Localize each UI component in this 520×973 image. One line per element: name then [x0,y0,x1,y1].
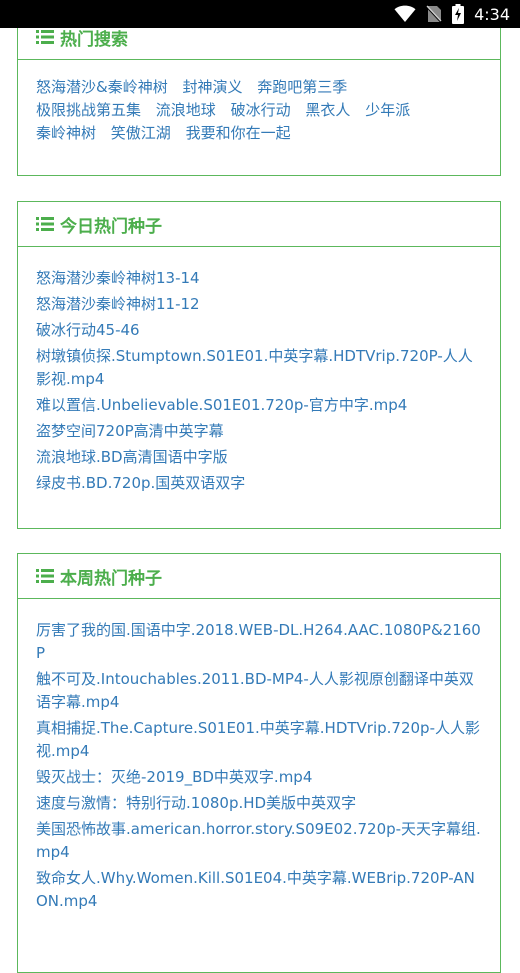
tag-link[interactable]: 奔跑吧第三季 [257,78,347,96]
tag-link[interactable]: 少年派 [365,101,410,119]
today-hot-panel: 今日热门种子 怒海潜沙秦岭神树13-14 怒海潜沙秦岭神树11-12 破冰行动4… [17,201,501,529]
tag-link[interactable]: 秦岭神树 [36,124,96,142]
week-hot-title: 本周热门种子 [60,568,162,589]
hot-search-panel: 热门搜索 怒海潜沙&秦岭神树 封神演义 奔跑吧第三季 极限挑战第五集 流浪地球 … [17,14,501,176]
torrent-link[interactable]: 厉害了我的国.国语中字.2018.WEB-DL.H264.AAC.1080P&2… [36,619,486,665]
tag-link[interactable]: 我要和你在一起 [186,124,291,142]
status-icons: 4:34 [394,0,510,28]
tag-link[interactable]: 流浪地球 [156,101,216,119]
list-icon [36,217,54,231]
week-hot-list: 厉害了我的国.国语中字.2018.WEB-DL.H264.AAC.1080P&2… [18,599,500,934]
torrent-link[interactable]: 怒海潜沙秦岭神树13-14 [36,267,486,290]
torrent-link[interactable]: 美国恐怖故事.american.horror.story.S09E02.720p… [36,818,486,864]
tag-link[interactable]: 黑衣人 [305,101,350,119]
status-bar: 4:34 [0,0,520,28]
battery-charging-icon [452,4,465,24]
tag-link[interactable]: 怒海潜沙&秦岭神树 [36,78,168,96]
torrent-link[interactable]: 怒海潜沙秦岭神树11-12 [36,293,486,316]
today-hot-title: 今日热门种子 [60,216,162,237]
torrent-link[interactable]: 流浪地球.BD高清国语中字版 [36,446,486,469]
today-hot-list: 怒海潜沙秦岭神树13-14 怒海潜沙秦岭神树11-12 破冰行动45-46 树墩… [18,247,500,516]
tag-link[interactable]: 封神演义 [182,78,242,96]
torrent-link[interactable]: 盗梦空间720P高清中英字幕 [36,420,486,443]
torrent-link[interactable]: 触不可及.Intouchables.2011.BD-MP4-人人影视原创翻译中英… [36,668,486,714]
tag-link[interactable]: 破冰行动 [231,101,291,119]
week-hot-header: 本周热门种子 [18,554,500,599]
week-hot-panel: 本周热门种子 厉害了我的国.国语中字.2018.WEB-DL.H264.AAC.… [17,553,501,973]
hot-search-tags: 怒海潜沙&秦岭神树 封神演义 奔跑吧第三季 极限挑战第五集 流浪地球 破冰行动 … [18,60,500,163]
tag-link[interactable]: 极限挑战第五集 [36,101,141,119]
no-sim-icon [426,5,442,23]
today-hot-header: 今日热门种子 [18,202,500,247]
list-icon [36,30,54,44]
status-time: 4:34 [474,4,510,24]
torrent-link[interactable]: 致命女人.Why.Women.Kill.S01E04.中英字幕.WEBrip.7… [36,867,486,913]
torrent-link[interactable]: 速度与激情：特别行动.1080p.HD美版中英双字 [36,792,486,815]
list-icon [36,569,54,583]
hot-search-title: 热门搜索 [60,29,128,50]
torrent-link[interactable]: 难以置信.Unbelievable.S01E01.720p-官方中字.mp4 [36,394,486,417]
torrent-link[interactable]: 树墩镇侦探.Stumptown.S01E01.中英字幕.HDTVrip.720P… [36,345,486,391]
wifi-icon [394,5,416,22]
torrent-link[interactable]: 破冰行动45-46 [36,319,486,342]
torrent-link[interactable]: 真相捕捉.The.Capture.S01E01.中英字幕.HDTVrip.720… [36,717,486,763]
torrent-link[interactable]: 毁灭战士：灭绝-2019_BD中英双字.mp4 [36,766,486,789]
tag-link[interactable]: 笑傲江湖 [111,124,171,142]
torrent-link[interactable]: 绿皮书.BD.720p.国英双语双字 [36,472,486,495]
